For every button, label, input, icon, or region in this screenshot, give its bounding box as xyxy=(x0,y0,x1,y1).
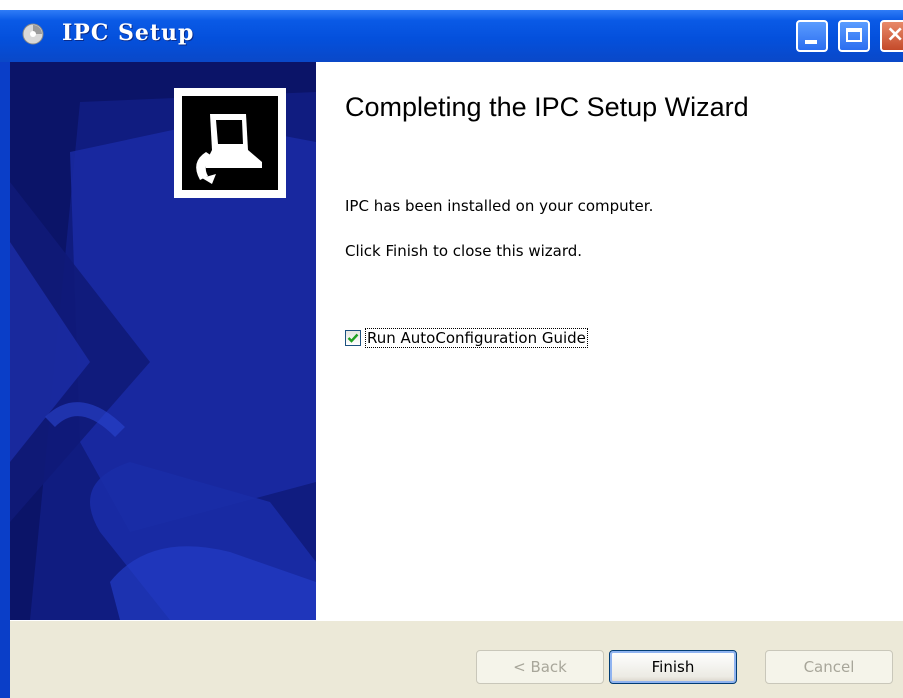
maximize-button[interactable] xyxy=(838,20,870,52)
button-bar: < Back Finish Cancel xyxy=(10,620,903,698)
minimize-icon xyxy=(805,40,817,44)
maximize-icon xyxy=(846,28,862,42)
run-autoconfig-checkbox[interactable] xyxy=(345,330,361,346)
window-title: IPC Setup xyxy=(62,20,195,46)
cancel-button[interactable]: Cancel xyxy=(765,650,893,684)
setup-window: IPC Setup × Completing the IPC Setup Wiz… xyxy=(0,10,903,698)
back-button[interactable]: < Back xyxy=(476,650,604,684)
run-autoconfig-option[interactable]: Run AutoConfiguration Guide xyxy=(345,328,588,348)
checkbox-label[interactable]: Run AutoConfiguration Guide xyxy=(365,328,588,348)
installed-message: IPC has been installed on your computer. xyxy=(345,197,654,215)
close-icon: × xyxy=(886,22,903,47)
app-icon xyxy=(22,23,44,45)
wizard-content: Completing the IPC Setup Wizard IPC has … xyxy=(316,62,903,620)
finish-instruction: Click Finish to close this wizard. xyxy=(345,242,583,260)
close-button[interactable]: × xyxy=(880,20,903,52)
wizard-client-area: Completing the IPC Setup Wizard IPC has … xyxy=(10,62,903,698)
title-bar[interactable]: IPC Setup × xyxy=(0,10,903,62)
installer-computer-icon xyxy=(174,88,286,198)
finish-button[interactable]: Finish xyxy=(609,650,737,684)
page-title: Completing the IPC Setup Wizard xyxy=(345,92,749,122)
checkmark-icon xyxy=(347,333,359,343)
minimize-button[interactable] xyxy=(796,20,828,52)
wizard-sidebar xyxy=(10,62,316,620)
background-document xyxy=(0,0,903,10)
